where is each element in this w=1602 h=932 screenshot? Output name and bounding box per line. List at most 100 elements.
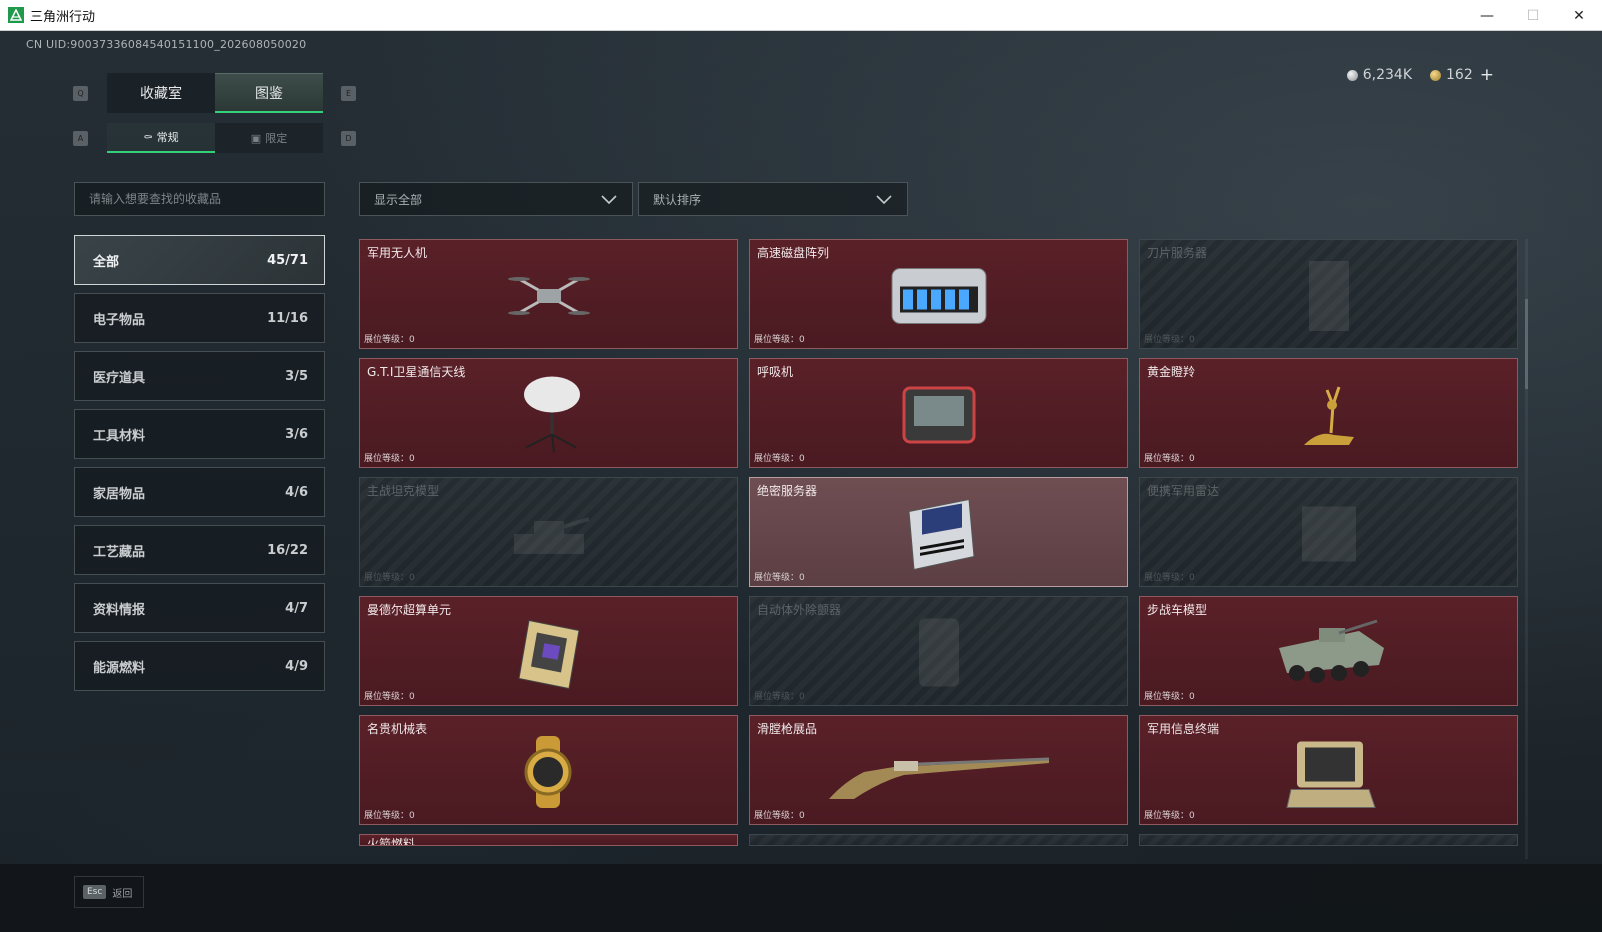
category-label: 家居物品 bbox=[93, 486, 146, 502]
category-item-household[interactable]: 家居物品 4/6 bbox=[74, 467, 325, 517]
item-name: 刀片服务器 bbox=[1147, 246, 1208, 260]
category-item-medical[interactable]: 医疗道具 3/5 bbox=[74, 351, 325, 401]
category-item-intel[interactable]: 资料情报 4/7 bbox=[74, 583, 325, 633]
chevron-down-icon bbox=[876, 195, 892, 205]
display-level: 展位等级：0 bbox=[364, 811, 415, 821]
back-label: 返回 bbox=[112, 888, 133, 900]
esc-key-hint: Esc bbox=[83, 885, 107, 899]
collection-card[interactable]: 名贵机械表展位等级：0 bbox=[359, 715, 738, 825]
collection-card[interactable]: 军用信息终端展位等级：0 bbox=[1139, 715, 1518, 825]
tab-collection-room[interactable]: 收藏室 bbox=[107, 73, 215, 113]
item-name: 自动体外除颤器 bbox=[757, 603, 842, 617]
collection-card[interactable]: 刀片服务器 展位等级：0 bbox=[1139, 239, 1518, 349]
collection-card-partial[interactable] bbox=[749, 834, 1128, 846]
category-item-all[interactable]: 全部 45/71 bbox=[74, 235, 325, 285]
collection-card[interactable]: 呼吸机展位等级：0 bbox=[749, 358, 1128, 468]
musket-image bbox=[824, 737, 1054, 811]
gold-amount: 162 bbox=[1446, 67, 1473, 83]
category-item-tools[interactable]: 工具材料 3/6 bbox=[74, 409, 325, 459]
collection-card[interactable]: 黄金瞪羚 展位等级：0 bbox=[1139, 358, 1518, 468]
sub-tabs: ⚰ 常规 ▣ 限定 bbox=[107, 123, 323, 153]
collection-card[interactable]: 高速磁盘阵列 展位等级：0 bbox=[749, 239, 1128, 349]
display-level: 展位等级：0 bbox=[754, 573, 805, 583]
collection-card[interactable]: G.T.I卫星通信天线展位等级：0 bbox=[359, 358, 738, 468]
display-level: 展位等级：0 bbox=[1144, 692, 1195, 702]
category-count: 4/7 bbox=[285, 600, 308, 616]
sort-dropdown[interactable]: 默认排序 bbox=[638, 182, 908, 216]
window-titlebar: 三角洲行动 — ☐ ✕ bbox=[0, 0, 1602, 31]
collection-card-partial[interactable] bbox=[1139, 834, 1518, 846]
collection-card[interactable]: 滑膛枪展品展位等级：0 bbox=[749, 715, 1128, 825]
display-level: 展位等级：0 bbox=[1144, 573, 1195, 583]
gold-coin-icon bbox=[1430, 69, 1442, 81]
blade-image bbox=[1299, 256, 1359, 340]
collection-card[interactable]: 主战坦克模型 展位等级：0 bbox=[359, 477, 738, 587]
key-hint-next-subtab: D bbox=[341, 131, 356, 146]
category-item-electronics[interactable]: 电子物品 11/16 bbox=[74, 293, 325, 343]
minimize-button[interactable]: — bbox=[1464, 0, 1510, 31]
silver-currency: 6,234K bbox=[1346, 67, 1413, 83]
collection-card-partial[interactable]: 火箭燃料 bbox=[359, 834, 738, 846]
item-name: 滑膛枪展品 bbox=[757, 722, 818, 736]
maximize-button[interactable]: ☐ bbox=[1510, 0, 1556, 31]
gazelle-image bbox=[1289, 375, 1369, 459]
subtab-limited-label: 限定 bbox=[265, 132, 288, 145]
item-name: 曼德尔超算单元 bbox=[367, 603, 452, 617]
item-name: 高速磁盘阵列 bbox=[757, 246, 830, 260]
display-filter-dropdown[interactable]: 显示全部 bbox=[359, 182, 633, 216]
item-name: 名贵机械表 bbox=[367, 722, 428, 736]
chevron-down-icon bbox=[601, 195, 617, 205]
key-hint-prev-tab: Q bbox=[73, 86, 88, 101]
subtab-regular[interactable]: ⚰ 常规 bbox=[107, 123, 215, 153]
item-name: 军用信息终端 bbox=[1147, 722, 1220, 736]
category-count: 4/9 bbox=[285, 658, 308, 674]
display-level: 展位等级：0 bbox=[1144, 811, 1195, 821]
display-level: 展位等级：0 bbox=[754, 811, 805, 821]
grid-scrollbar[interactable] bbox=[1525, 239, 1528, 859]
category-count: 45/71 bbox=[267, 252, 308, 268]
item-name: G.T.I卫星通信天线 bbox=[367, 365, 466, 379]
key-hint-next-tab: E bbox=[341, 86, 356, 101]
collection-card[interactable]: 军用无人机 展位等级：0 bbox=[359, 239, 738, 349]
category-label: 全部 bbox=[93, 254, 120, 270]
collection-card[interactable]: 曼德尔超算单元展位等级：0 bbox=[359, 596, 738, 706]
app-logo-icon bbox=[8, 7, 24, 23]
item-name: 绝密服务器 bbox=[757, 484, 818, 498]
silver-coin-icon bbox=[1346, 69, 1358, 81]
antenna-image bbox=[514, 373, 584, 462]
collection-card[interactable]: 自动体外除颤器 展位等级：0 bbox=[749, 596, 1128, 706]
display-level: 展位等级：0 bbox=[364, 573, 415, 583]
item-name: 便携军用雷达 bbox=[1147, 484, 1220, 498]
item-name: 火箭燃料 bbox=[367, 837, 416, 846]
category-item-fuel[interactable]: 能源燃料 4/9 bbox=[74, 641, 325, 691]
key-hint-prev-subtab: A bbox=[73, 131, 88, 146]
tab-catalog[interactable]: 图鉴 bbox=[215, 73, 323, 113]
chip-image bbox=[509, 611, 589, 700]
silver-amount: 6,234K bbox=[1362, 67, 1413, 83]
tank-image bbox=[504, 499, 594, 573]
subtab-limited[interactable]: ▣ 限定 bbox=[215, 123, 323, 153]
bottom-bar: Esc 返回 bbox=[0, 864, 1602, 932]
radar-image bbox=[1294, 497, 1364, 576]
window-title: 三角洲行动 bbox=[30, 9, 96, 25]
add-currency-button[interactable]: + bbox=[1480, 65, 1494, 85]
collection-card[interactable]: 绝密服务器展位等级：0 bbox=[749, 477, 1128, 587]
ventilator-image bbox=[899, 380, 979, 454]
display-level: 展位等级：0 bbox=[364, 692, 415, 702]
category-label: 工艺藏品 bbox=[93, 544, 146, 560]
category-count: 11/16 bbox=[267, 310, 308, 326]
display-level: 展位等级：0 bbox=[754, 454, 805, 464]
collection-card[interactable]: 便携军用雷达展位等级：0 bbox=[1139, 477, 1518, 587]
item-name: 呼吸机 bbox=[757, 365, 794, 379]
category-count: 3/6 bbox=[285, 426, 308, 442]
item-name: 步战车模型 bbox=[1147, 603, 1208, 617]
scrollbar-thumb[interactable] bbox=[1525, 299, 1528, 389]
display-level: 展位等级：0 bbox=[364, 454, 415, 464]
player-uid: CN UID:9003733608454015110​0_20260805002… bbox=[26, 38, 307, 51]
collection-card[interactable]: 步战车模型展位等级：0 bbox=[1139, 596, 1518, 706]
close-button[interactable]: ✕ bbox=[1556, 0, 1602, 31]
category-item-crafts[interactable]: 工艺藏品 16/22 bbox=[74, 525, 325, 575]
back-button[interactable]: Esc 返回 bbox=[74, 876, 144, 908]
main-tabs: 收藏室 图鉴 bbox=[107, 73, 323, 113]
search-input[interactable] bbox=[74, 182, 325, 216]
